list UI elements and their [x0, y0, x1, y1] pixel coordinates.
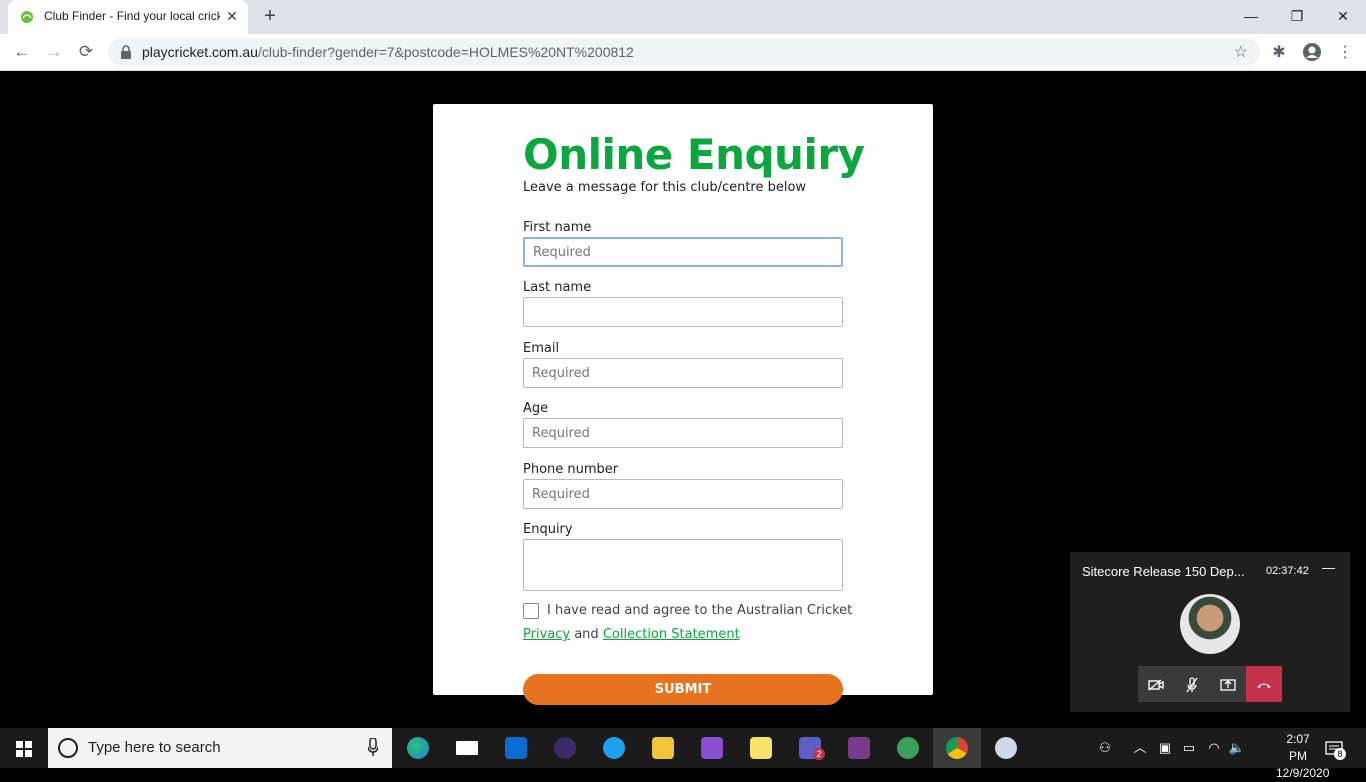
menu-kebab-icon[interactable]: ⋮ — [1334, 42, 1356, 64]
call-title: Sitecore Release 150 Dep... — [1082, 564, 1245, 579]
new-tab-icon[interactable]: + — [260, 6, 280, 26]
windows-start-icon[interactable] — [0, 728, 48, 768]
form-subtitle: Leave a message for this club/centre bel… — [523, 180, 807, 195]
url-host: playcricket.com.au — [142, 44, 258, 60]
taskbar: Type here to search 2 ⚇ ︿ ▣ ▭ ◠ 🔈 2:07 P… — [0, 728, 1366, 780]
reload-icon[interactable]: ⟳ — [74, 40, 98, 64]
call-minimize-icon[interactable]: — — [1322, 560, 1335, 575]
url-path: /club-finder?gender=7&postcode=HOLMES%20… — [257, 44, 634, 60]
cortana-icon — [58, 738, 78, 758]
chrome-icon — [946, 737, 968, 759]
show-hidden-icons[interactable]: ︿ — [1130, 728, 1150, 768]
maps-app[interactable] — [884, 728, 932, 768]
game-icon — [848, 737, 870, 759]
eclipse-icon — [554, 737, 576, 759]
email-field[interactable] — [523, 358, 843, 388]
first-name-field[interactable] — [523, 237, 843, 267]
microphone-icon[interactable] — [368, 738, 378, 756]
game-app[interactable] — [835, 728, 883, 768]
internet-explorer-app[interactable] — [590, 728, 638, 768]
tab-title: Club Finder - Find your local cricket — [44, 9, 220, 23]
age-label: Age — [523, 401, 549, 416]
share-screen-icon[interactable] — [1210, 666, 1246, 702]
submit-button[interactable]: SUBMIT — [523, 674, 843, 705]
bluetooth-icon[interactable]: ▣ — [1155, 728, 1175, 768]
wifi-icon[interactable]: ◠ — [1203, 728, 1225, 768]
address-bar[interactable]: playcricket.com.au/club-finder?gender=7&… — [108, 38, 1260, 66]
teams-badge: 2 — [813, 748, 825, 760]
edge-app[interactable] — [394, 728, 442, 768]
consent-and: and — [574, 627, 599, 642]
teams-app[interactable]: 2 — [786, 728, 834, 768]
restore-icon[interactable]: ❐ — [1274, 0, 1320, 32]
search-placeholder: Type here to search — [88, 739, 221, 756]
visual-studio-app[interactable] — [688, 728, 736, 768]
consent-text: I have read and agree to the Australian … — [547, 603, 853, 618]
close-window-icon[interactable]: ✕ — [1320, 0, 1366, 32]
lock-icon — [121, 45, 131, 59]
edge-icon — [407, 737, 429, 759]
camera-off-icon[interactable] — [1138, 666, 1174, 702]
people-icon[interactable]: ⚇ — [1094, 728, 1116, 768]
notification-count: 8 — [1334, 748, 1346, 760]
browser-tab[interactable]: Club Finder - Find your local cricket ✕ — [8, 0, 248, 34]
clock[interactable]: 2:07 PM 12/9/2020 — [1276, 731, 1329, 782]
caller-avatar — [1180, 594, 1240, 654]
sticky-notes-app[interactable] — [737, 728, 785, 768]
call-window[interactable]: Sitecore Release 150 Dep... 02:37:42 — — [1070, 552, 1350, 712]
volume-icon[interactable]: 🔈 — [1227, 728, 1247, 768]
bookmark-star-icon[interactable]: ☆ — [1234, 42, 1248, 62]
last-name-label: Last name — [523, 280, 592, 295]
tab-strip: Club Finder - Find your local cricket ✕ … — [0, 0, 1366, 34]
taskbar-search-box[interactable]: Type here to search — [48, 728, 392, 768]
enquiry-field[interactable] — [523, 539, 843, 591]
file-explorer-app[interactable] — [639, 728, 687, 768]
paint-app[interactable] — [982, 728, 1030, 768]
tab-close-icon[interactable]: ✕ — [224, 8, 240, 24]
enquiry-label: Enquiry — [523, 522, 573, 537]
mail-app[interactable] — [443, 728, 491, 768]
last-name-field[interactable] — [523, 297, 843, 327]
paint-icon — [995, 737, 1017, 759]
call-controls — [1138, 666, 1282, 702]
eclipse-app[interactable] — [541, 728, 589, 768]
phone-field[interactable] — [523, 479, 843, 509]
outlook-icon — [505, 737, 527, 759]
hang-up-icon[interactable] — [1246, 666, 1282, 702]
consent-checkbox[interactable] — [523, 603, 539, 619]
consent-links: Privacy and Collection Statement — [523, 627, 740, 642]
mic-muted-icon[interactable] — [1174, 666, 1210, 702]
chrome-app[interactable] — [933, 728, 981, 768]
back-icon[interactable]: ← — [10, 40, 34, 64]
extensions-icon[interactable]: ✱ — [1268, 42, 1290, 64]
battery-icon[interactable]: ▭ — [1179, 728, 1199, 768]
visual-studio-icon — [701, 737, 723, 759]
clock-time: 2:07 PM — [1286, 732, 1310, 763]
form-title: Online Enquiry — [523, 130, 865, 179]
first-name-label: First name — [523, 220, 592, 235]
profile-icon[interactable] — [1302, 42, 1322, 62]
globe-icon — [897, 737, 919, 759]
call-duration: 02:37:42 — [1266, 565, 1309, 577]
ie-icon — [603, 737, 625, 759]
forward-icon[interactable]: → — [42, 40, 66, 64]
collection-statement-link[interactable]: Collection Statement — [603, 627, 740, 642]
folder-icon — [652, 737, 674, 759]
outlook-app[interactable] — [492, 728, 540, 768]
browser-toolbar: ← → ⟳ playcricket.com.au/club-finder?gen… — [0, 34, 1366, 71]
mail-icon — [456, 741, 478, 755]
phone-label: Phone number — [523, 462, 619, 477]
sticky-notes-icon — [750, 737, 772, 759]
notifications-icon[interactable]: 8 — [1322, 728, 1346, 768]
privacy-link[interactable]: Privacy — [523, 627, 570, 642]
cricket-favicon-icon — [21, 11, 33, 23]
age-field[interactable] — [523, 418, 843, 448]
email-label: Email — [523, 341, 560, 356]
url-text: playcricket.com.au/club-finder?gender=7&… — [142, 44, 634, 60]
minimize-icon[interactable]: — — [1228, 0, 1274, 32]
